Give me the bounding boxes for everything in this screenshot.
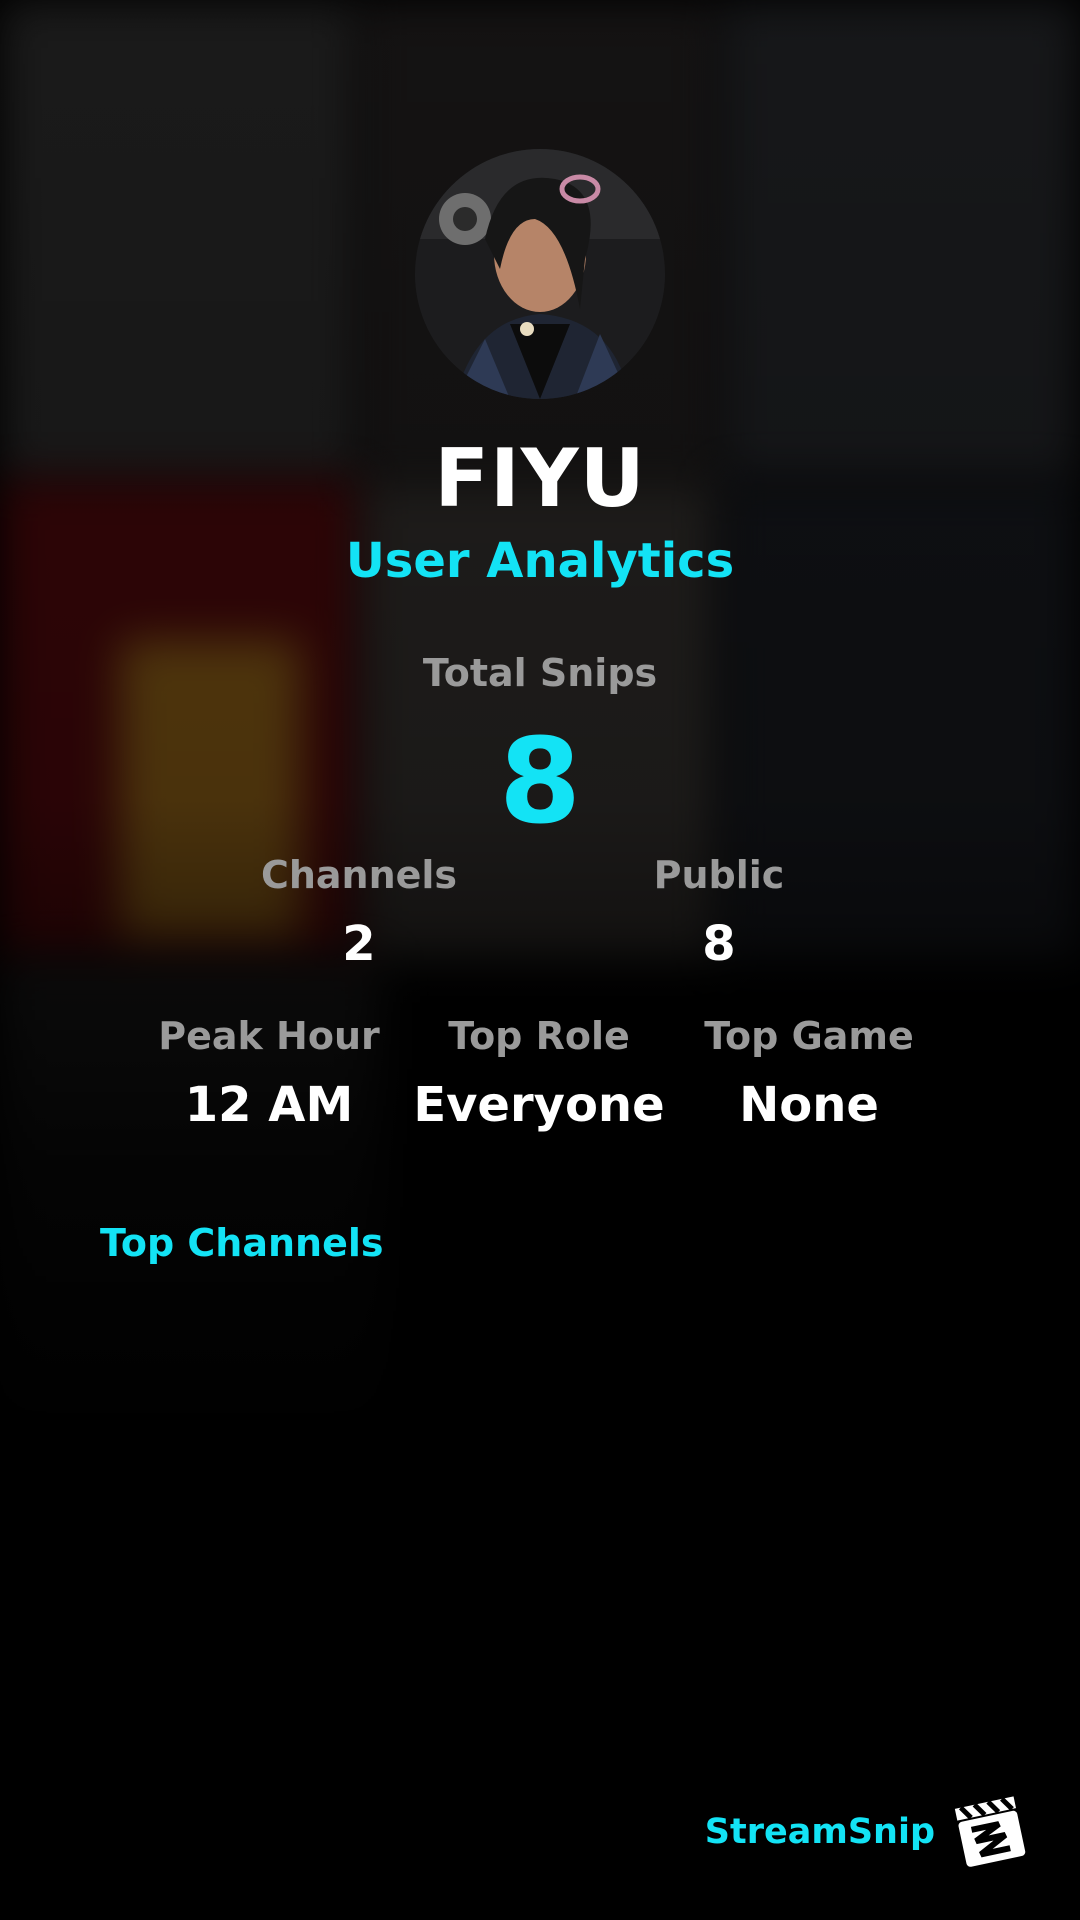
stat-value: 2	[342, 916, 376, 972]
avatar-image	[415, 149, 665, 399]
stat-label: Peak Hour	[158, 1014, 380, 1058]
stat-value: None	[739, 1077, 879, 1133]
brand-name: StreamSnip	[704, 1812, 935, 1852]
username: FIYU	[434, 432, 646, 525]
stat-label: Top Game	[704, 1014, 914, 1058]
stat-top-game: Top Game None	[674, 1011, 944, 1135]
clapperboard-icon	[950, 1790, 1030, 1870]
stat-channels: Channels 2	[219, 850, 499, 974]
stat-value: Everyone	[413, 1077, 665, 1133]
stat-label: Channels	[260, 853, 458, 897]
brand-watermark: StreamSnip	[700, 1790, 1030, 1870]
avatar	[415, 149, 665, 399]
top-channels-heading: Top Channels	[100, 1221, 384, 1265]
stat-label: Public	[653, 853, 785, 897]
stat-peak-hour: Peak Hour 12 AM	[134, 1011, 404, 1135]
stat-top-role: Top Role Everyone	[404, 1011, 674, 1135]
stat-value: 12 AM	[184, 1077, 354, 1133]
stat-public: Public 8	[579, 850, 859, 974]
page-subtitle: User Analytics	[345, 533, 735, 589]
stat-value: 8	[702, 916, 736, 972]
analytics-card: FIYU User Analytics Total Snips 8 Channe…	[0, 0, 1080, 1920]
stat-label: Top Role	[448, 1014, 630, 1058]
total-snips-label: Total Snips	[422, 651, 658, 695]
total-snips-value: 8	[498, 712, 582, 850]
